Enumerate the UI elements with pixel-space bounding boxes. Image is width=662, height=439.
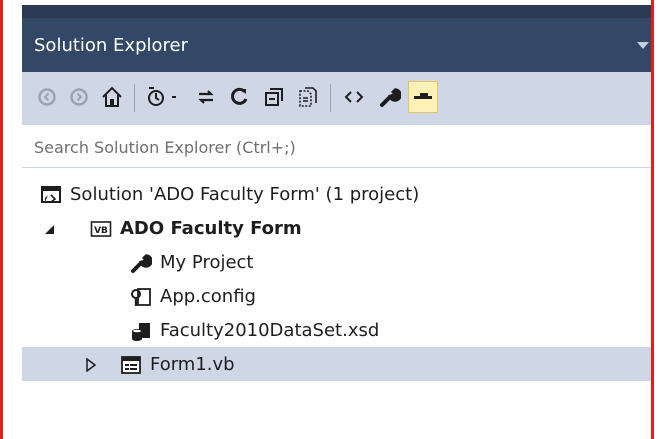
home-icon	[102, 86, 122, 107]
vb-project-icon: VB	[90, 218, 112, 240]
properties-icon	[380, 88, 401, 107]
refresh-icon	[231, 87, 248, 105]
solution-icon	[40, 184, 62, 206]
forward-icon	[70, 88, 88, 106]
panel-title-bar[interactable]: Solution Explorer	[22, 18, 651, 72]
tree-item-label: Solution 'ADO Faculty Form' (1 project)	[70, 184, 420, 205]
sync-with-active-document-button[interactable]	[192, 81, 220, 113]
properties-button[interactable]	[376, 81, 404, 113]
search-input[interactable]	[32, 133, 636, 161]
frame-border-left	[0, 0, 3, 439]
refresh-button[interactable]	[226, 81, 254, 113]
pending-changes-filter-button[interactable]	[144, 81, 188, 113]
search-box[interactable]	[22, 124, 651, 168]
collapsed-arrow-icon[interactable]	[84, 358, 98, 372]
show-all-files-button[interactable]	[294, 81, 322, 113]
tree-item-dataset[interactable]: Faculty2010DataSet.xsd	[22, 313, 651, 347]
window-top-strip	[22, 0, 651, 18]
collapse-all-icon	[265, 88, 283, 106]
form-icon	[120, 354, 142, 376]
tree-item-form1[interactable]: Form1.vb	[22, 347, 651, 381]
auto-hide-pin-icon	[414, 93, 432, 99]
window-position-dropdown-icon[interactable]	[637, 42, 649, 49]
tree-item-label: My Project	[160, 252, 254, 273]
show-all-files-icon	[299, 87, 317, 107]
dataset-icon	[130, 320, 152, 342]
back-button[interactable]	[34, 81, 60, 113]
wrench-icon	[130, 252, 152, 274]
expanded-arrow-icon[interactable]	[42, 222, 56, 236]
tree-item-label: App.config	[160, 286, 256, 307]
home-button[interactable]	[98, 81, 126, 113]
tree-item-my-project[interactable]: My Project	[22, 245, 651, 279]
panel-title: Solution Explorer	[34, 35, 188, 56]
toolbar-separator	[330, 84, 331, 112]
view-code-icon	[344, 91, 364, 103]
solution-tree: Solution 'ADO Faculty Form' (1 project) …	[22, 168, 651, 439]
pending-changes-filter-icon	[148, 87, 176, 106]
tree-item-app-config[interactable]: App.config	[22, 279, 651, 313]
auto-hide-button[interactable]	[408, 81, 438, 113]
tree-item-label: Form1.vb	[150, 354, 235, 375]
tree-item-project[interactable]: VB ADO Faculty Form	[22, 211, 651, 245]
config-file-icon	[130, 286, 152, 308]
tree-item-solution[interactable]: Solution 'ADO Faculty Form' (1 project)	[22, 177, 651, 211]
sync-with-active-document-icon	[198, 90, 214, 104]
tree-item-label: Faculty2010DataSet.xsd	[160, 320, 380, 341]
svg-text:VB: VB	[94, 226, 108, 236]
view-code-button[interactable]	[340, 81, 368, 113]
tree-item-label: ADO Faculty Form	[120, 218, 302, 239]
solution-explorer-window: Solution Explorer Search Solution Explor…	[22, 0, 651, 439]
forward-button[interactable]	[66, 81, 92, 113]
collapse-all-button[interactable]	[260, 81, 288, 113]
toolbar-separator	[134, 84, 135, 112]
back-icon	[38, 88, 56, 106]
solution-explorer-toolbar	[22, 72, 651, 124]
